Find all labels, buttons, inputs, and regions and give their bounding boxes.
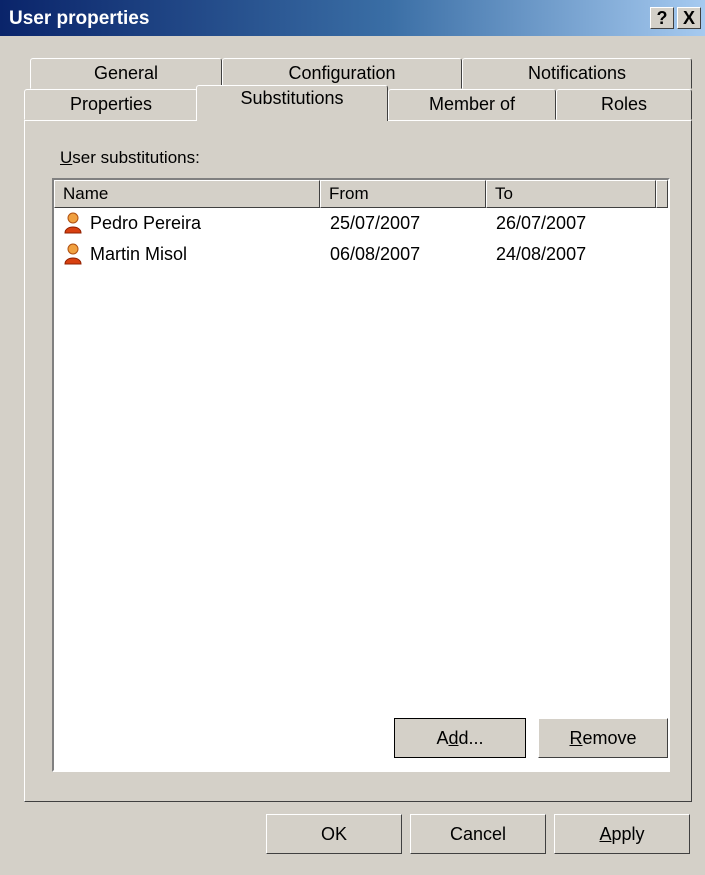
tab-roles[interactable]: Roles	[556, 89, 692, 120]
add-button[interactable]: Ad d...	[394, 718, 526, 758]
cancel-button[interactable]: Cancel	[410, 814, 546, 854]
user-icon	[64, 212, 82, 241]
column-header-from[interactable]: From	[320, 180, 486, 208]
window-title: User properties	[9, 8, 150, 29]
close-button[interactable]: X	[677, 7, 701, 29]
column-header-name[interactable]: Name	[54, 180, 320, 208]
tab-properties[interactable]: Properties	[24, 89, 198, 120]
tab-substitutions[interactable]: Substitutions	[196, 85, 388, 121]
row-to: 24/08/2007	[496, 244, 587, 264]
user-substitutions-label: User substitutions:	[60, 148, 200, 167]
close-icon: X	[682, 8, 695, 28]
row-from: 25/07/2007	[330, 213, 421, 233]
help-button[interactable]: ?	[650, 7, 674, 29]
ok-button[interactable]: OK	[266, 814, 402, 854]
column-header-filler	[656, 180, 668, 208]
row-name: Martin Misol	[90, 244, 188, 264]
list-item[interactable]: Pedro Pereira 25/07/2007 26/07/2007	[62, 210, 660, 236]
row-name: Pedro Pereira	[90, 213, 202, 233]
user-icon	[64, 243, 82, 272]
help-icon: ?	[656, 8, 668, 28]
row-to: 26/07/2007	[496, 213, 587, 233]
column-header-to[interactable]: To	[486, 180, 656, 208]
apply-button[interactable]: Apply	[554, 814, 690, 854]
substitutions-list[interactable]: Name From To Pedro Pereira 25/07/2007 26…	[52, 178, 670, 772]
tab-member-of[interactable]: Member of	[388, 89, 556, 120]
tab-general[interactable]: General	[30, 58, 222, 89]
title-bar: User properties ? X	[0, 0, 705, 36]
remove-button[interactable]: Remove	[538, 718, 668, 758]
list-item[interactable]: Martin Misol 06/08/2007 24/08/2007	[62, 241, 660, 267]
tab-notifications[interactable]: Notifications	[462, 58, 692, 89]
row-from: 06/08/2007	[330, 244, 421, 264]
